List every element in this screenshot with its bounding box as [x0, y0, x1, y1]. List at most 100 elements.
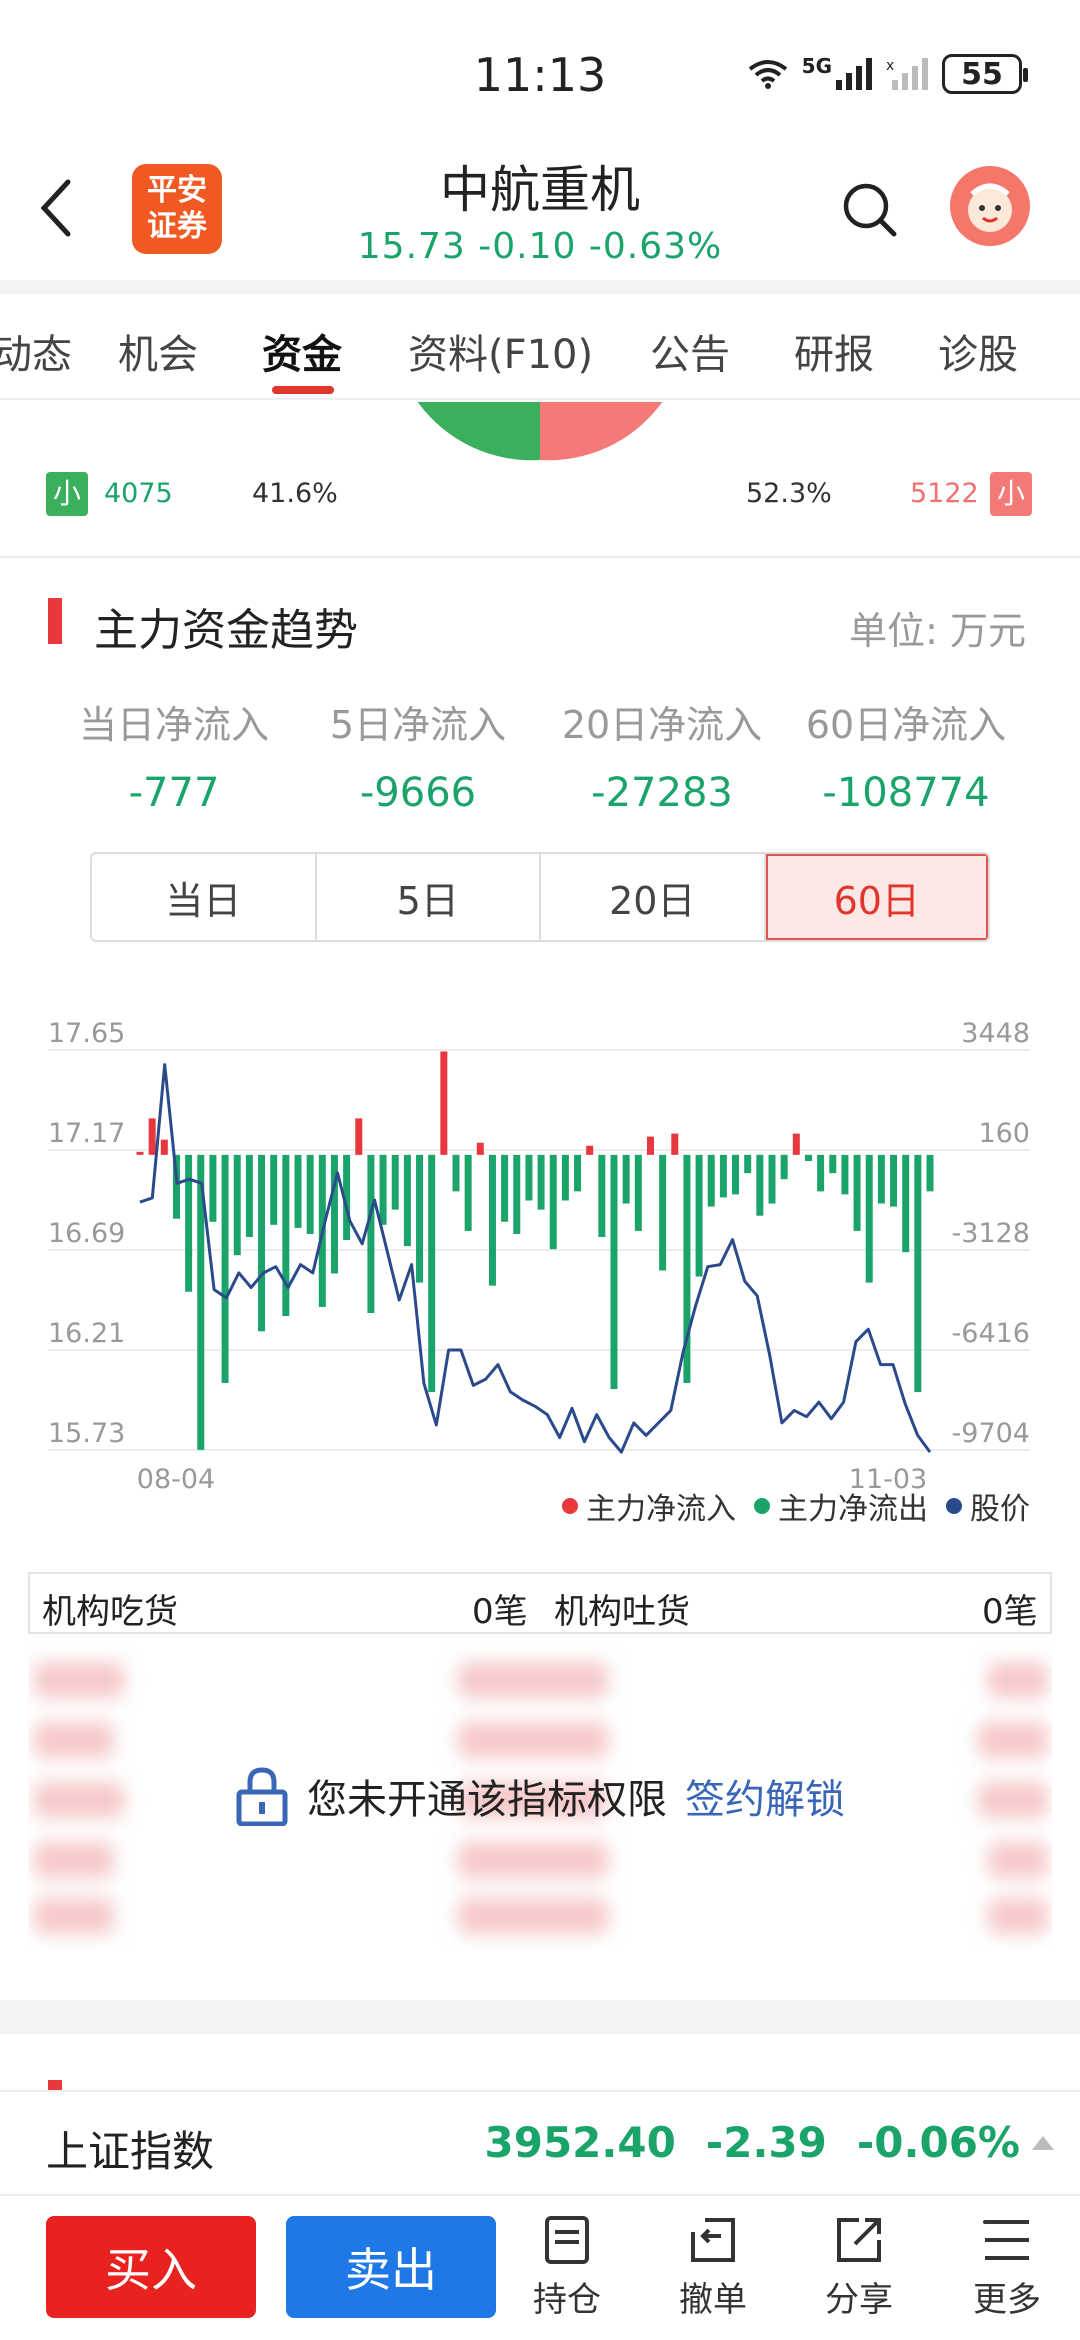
- outflow-bar: [428, 1154, 436, 1393]
- network-label: 5G: [801, 54, 832, 78]
- outflow-bar: [452, 1154, 460, 1192]
- wifi-icon: [748, 60, 787, 89]
- outflow-bar: [865, 1154, 873, 1283]
- legend-outflow-dot: [754, 1498, 770, 1514]
- range-5d-button[interactable]: 5日: [317, 854, 541, 940]
- outflow-bar: [464, 1154, 472, 1231]
- right-tick-label: -3128: [952, 1218, 1030, 1249]
- signal-icon: [836, 58, 872, 90]
- battery-level: 55: [961, 56, 1003, 92]
- outflow-bar: [914, 1154, 922, 1393]
- outflow-bar: [598, 1154, 606, 1237]
- right-tick-label: -6416: [952, 1318, 1030, 1349]
- outflow-bar: [610, 1154, 618, 1390]
- range-selector: 当日 5日 20日 60日: [90, 852, 990, 942]
- index-name: 上证指数: [46, 2127, 215, 2176]
- right-tick-label: 3448: [961, 1018, 1030, 1049]
- inflow-bar: [136, 1151, 144, 1155]
- range-60d-button[interactable]: 60日: [765, 854, 988, 940]
- inflow-bar: [160, 1139, 168, 1155]
- flow-label-20d: 20日净流入: [561, 703, 763, 747]
- outflow-bar: [294, 1154, 302, 1228]
- outflow-bar: [561, 1154, 569, 1201]
- institution-table-header: 机构吃货 0笔 机构吐货 0笔: [28, 1572, 1052, 1634]
- outflow-bar: [890, 1154, 898, 1207]
- tab-diagnosis[interactable]: 诊股: [938, 322, 1018, 380]
- legend-inflow: 主力净流入: [562, 1484, 736, 1528]
- outflow-bar: [221, 1154, 229, 1383]
- flow-value-5d: -9666: [359, 770, 477, 816]
- legend-inflow-label: 主力净流入: [586, 1492, 736, 1527]
- small-outflow-value: 4075: [104, 478, 173, 509]
- permission-lock-notice: 您未开通该指标权限 签约解锁: [0, 1766, 1080, 1826]
- lock-icon: [236, 1767, 288, 1826]
- inflow-bar: [148, 1118, 156, 1155]
- positions-button[interactable]: 持仓: [512, 2214, 622, 2321]
- tab-opportunity[interactable]: 机会: [118, 322, 198, 380]
- section-divider: [0, 556, 1080, 558]
- flow-label-5d: 5日净流入: [329, 703, 507, 747]
- unlock-link[interactable]: 签约解锁: [685, 1767, 845, 1825]
- outflow-bar: [525, 1154, 533, 1201]
- bottom-action-bar: 买入 卖出 持仓 撤单 分享 更多: [0, 2196, 1080, 2340]
- document-icon: [545, 2216, 589, 2264]
- outflow-bar: [306, 1154, 314, 1234]
- left-tick-label: 15.73: [48, 1418, 125, 1449]
- mascot-icon: [968, 183, 1012, 232]
- outflow-bar: [659, 1154, 667, 1271]
- outflow-bar: [768, 1154, 776, 1204]
- index-values: 3952.40 -2.39 -0.06%: [485, 2118, 1021, 2167]
- outflow-bar: [209, 1154, 217, 1222]
- share-button[interactable]: 分享: [804, 2214, 914, 2321]
- lock-message: 您未开通该指标权限: [307, 1777, 667, 1823]
- app-root: 11:13 5G x 55 平安 证券 中航重机 15.73 -0.10 -0.…: [0, 0, 1080, 2340]
- undo-order-icon: [691, 2218, 735, 2262]
- right-tick-label: 160: [978, 1118, 1030, 1149]
- buy-button[interactable]: 买入: [46, 2216, 256, 2318]
- search-icon: [843, 183, 897, 237]
- outflow-bar: [549, 1154, 557, 1250]
- outflow-bar: [719, 1154, 727, 1198]
- outflow-bar: [367, 1154, 375, 1314]
- flow-value-20d: -27283: [591, 770, 733, 816]
- index-pct: -0.06%: [856, 2118, 1020, 2167]
- index-change: -2.39: [705, 2118, 827, 2167]
- outflow-bar: [282, 1154, 290, 1317]
- share-label: 分享: [825, 2280, 893, 2320]
- caret-up-icon[interactable]: [1032, 2136, 1054, 2150]
- search-button[interactable]: [840, 180, 910, 250]
- cancel-order-button[interactable]: 撤单: [658, 2214, 768, 2321]
- outflow-bar: [707, 1154, 715, 1207]
- tab-bar: 动态 机会 资金 资料(F10) 公告 研报 诊股: [0, 294, 1080, 400]
- pie-slice-inflow: [540, 402, 663, 461]
- sell-button[interactable]: 卖出: [286, 2216, 496, 2318]
- small-inflow-value: 5122: [910, 478, 979, 509]
- flow-value-60d: -108774: [822, 770, 990, 816]
- flow-label-today: 当日净流入: [78, 703, 269, 747]
- outflow-bar: [488, 1154, 496, 1286]
- tab-funds[interactable]: 资金: [262, 322, 342, 380]
- tab-dynamics[interactable]: 动态: [0, 322, 72, 380]
- tab-announcements[interactable]: 公告: [650, 322, 730, 380]
- tab-profile[interactable]: 资料(F10): [408, 322, 593, 380]
- inflow-bar: [792, 1133, 800, 1155]
- range-today-button[interactable]: 当日: [92, 854, 317, 940]
- range-20d-button[interactable]: 20日: [541, 854, 766, 940]
- outflow-bar: [185, 1154, 193, 1292]
- inflow-bar: [586, 1145, 594, 1155]
- outflow-bar: [695, 1154, 703, 1277]
- signal-nosim-icon: x: [886, 58, 928, 90]
- avatar[interactable]: [950, 166, 1030, 246]
- outflow-bar: [853, 1154, 861, 1231]
- more-button[interactable]: 更多: [952, 2214, 1062, 2321]
- outflow-bar: [391, 1154, 399, 1210]
- flow-value-today: -777: [128, 770, 220, 816]
- status-icons: 5G x 55: [748, 54, 1028, 94]
- outflow-bar: [513, 1154, 521, 1234]
- tab-research[interactable]: 研报: [794, 322, 874, 380]
- left-tick-label: 16.69: [48, 1218, 125, 1249]
- index-ticker-bar[interactable]: 上证指数 3952.40 -2.39 -0.06%: [0, 2090, 1080, 2196]
- active-tab-indicator: [272, 386, 334, 394]
- header-divider: [0, 280, 1080, 294]
- legend-price: 股价: [946, 1484, 1030, 1528]
